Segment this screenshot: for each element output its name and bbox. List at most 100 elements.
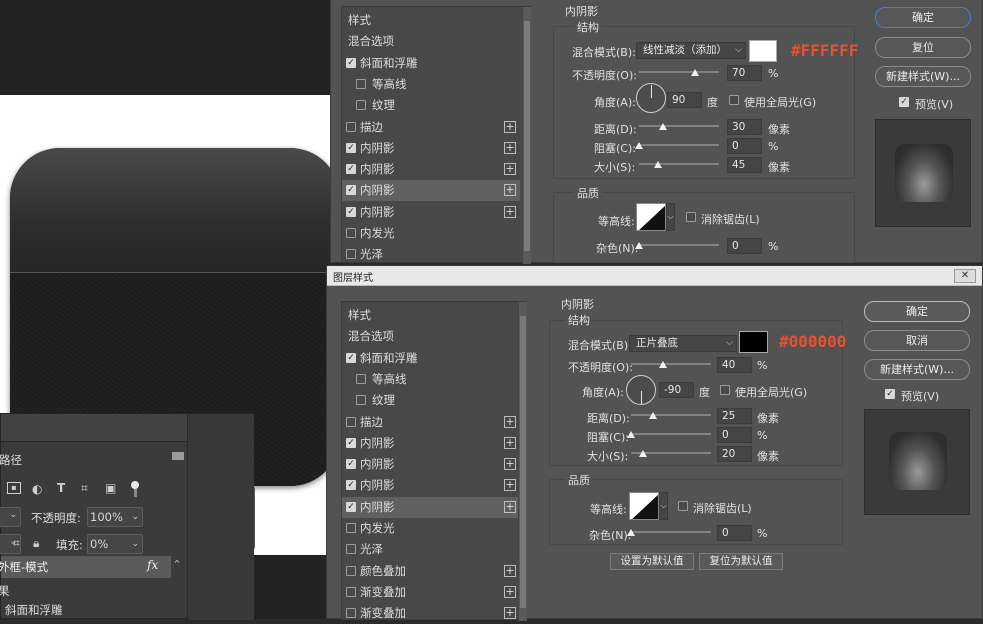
opacity-slider[interactable] <box>639 71 719 73</box>
style-list-item[interactable]: 纹理 <box>342 95 520 116</box>
style-list-item[interactable]: 内发光 <box>342 518 520 539</box>
opacity-input[interactable]: 70 <box>727 65 762 81</box>
style-enable-checkbox[interactable] <box>346 544 356 555</box>
close-icon[interactable]: ✕ <box>954 269 976 283</box>
filter-toggle-icon[interactable] <box>131 481 139 489</box>
distance-slider-thumb[interactable] <box>649 412 657 419</box>
style-list-scrollbar[interactable] <box>518 302 527 621</box>
ok-button[interactable]: 确定 <box>875 7 971 28</box>
cancel-button[interactable]: 取消 <box>864 330 970 351</box>
noise-slider[interactable] <box>631 531 711 533</box>
dialog-titlebar[interactable]: 图层样式 ✕ <box>327 266 982 286</box>
smart-object-filter-icon[interactable]: ▣ <box>105 481 116 495</box>
style-enable-checkbox[interactable]: ✓ <box>346 206 356 217</box>
angle-input[interactable]: -90 <box>659 382 694 398</box>
noise-slider[interactable] <box>639 244 719 246</box>
set-default-button[interactable]: 设置为默认值 <box>610 553 694 570</box>
style-list-item[interactable]: 渐变叠加 + <box>342 603 520 624</box>
style-enable-checkbox[interactable] <box>346 121 356 132</box>
style-enable-checkbox[interactable]: ✓ <box>346 352 356 363</box>
ok-button[interactable]: 确定 <box>864 301 970 322</box>
opacity-slider-thumb[interactable] <box>691 69 699 76</box>
style-list-item[interactable]: ✓ 内阴影 + <box>342 475 520 496</box>
style-list-item[interactable]: ✓ 内阴影 + <box>342 496 520 518</box>
style-enable-checkbox[interactable] <box>346 249 356 260</box>
panel-menu-icon[interactable] <box>172 452 184 460</box>
style-enable-checkbox[interactable] <box>356 78 366 89</box>
adjustment-filter-icon[interactable]: ◐ <box>32 482 42 496</box>
style-list-item[interactable]: 光泽 <box>342 244 520 265</box>
distance-input[interactable]: 30 <box>727 119 762 135</box>
style-list-item[interactable]: ✓ 斜面和浮雕 <box>342 348 520 369</box>
contour-picker[interactable] <box>629 492 659 520</box>
style-list-item[interactable]: ✓ 内阴影 + <box>342 138 520 159</box>
style-list-item[interactable]: ✓ 内阴影 + <box>342 180 520 202</box>
style-list-item[interactable]: 样式 <box>342 305 520 326</box>
add-effect-icon[interactable]: + <box>504 205 516 218</box>
style-list-item[interactable]: ✓ 内阴影 + <box>342 454 520 475</box>
fx-icon[interactable]: fx <box>147 558 158 572</box>
choke-slider-thumb[interactable] <box>635 142 643 149</box>
style-list-scrollbar[interactable] <box>522 7 531 264</box>
distance-slider-thumb[interactable] <box>659 123 667 130</box>
choke-input[interactable]: 0 <box>727 138 762 154</box>
style-list-item[interactable]: 描边 + <box>342 412 520 433</box>
image-filter-icon[interactable]: ▪ <box>7 482 21 494</box>
size-input[interactable]: 20 <box>717 446 752 462</box>
new-style-button[interactable]: 新建样式(W)... <box>864 359 970 380</box>
style-enable-checkbox[interactable]: ✓ <box>346 437 356 448</box>
shape-filter-icon[interactable]: ⌗ <box>81 481 88 496</box>
style-enable-checkbox[interactable] <box>346 565 356 576</box>
noise-input[interactable]: 0 <box>727 238 762 254</box>
add-effect-icon[interactable]: + <box>504 607 516 620</box>
style-list-item[interactable]: 渐变叠加 + <box>342 582 520 603</box>
opacity-slider[interactable] <box>631 363 711 365</box>
shadow-color-swatch[interactable] <box>749 40 777 62</box>
choke-slider[interactable] <box>639 144 719 146</box>
layer-name[interactable]: 外框-模式 <box>0 559 48 575</box>
style-enable-checkbox[interactable] <box>346 586 356 597</box>
new-style-button[interactable]: 新建样式(W)... <box>875 66 971 87</box>
style-enable-checkbox[interactable] <box>346 416 356 427</box>
style-list-item[interactable]: 内发光 <box>342 223 520 244</box>
style-list-item[interactable]: 纹理 <box>342 390 520 411</box>
size-slider[interactable] <box>639 163 719 165</box>
style-enable-checkbox[interactable] <box>346 228 356 238</box>
add-effect-icon[interactable]: + <box>504 415 516 428</box>
type-filter-icon[interactable]: T <box>57 481 65 495</box>
layer-fill-field[interactable]: 0% ⌄ <box>87 534 143 554</box>
noise-input[interactable]: 0 <box>717 525 752 541</box>
style-enable-checkbox[interactable] <box>356 100 366 111</box>
style-enable-checkbox[interactable]: ✓ <box>346 164 356 175</box>
style-list-item[interactable]: 等高线 <box>342 369 520 390</box>
choke-slider-thumb[interactable] <box>627 431 635 438</box>
style-list-item[interactable]: 颜色叠加 + <box>342 561 520 582</box>
distance-slider[interactable] <box>639 125 719 127</box>
anti-alias-checkbox[interactable] <box>686 212 696 222</box>
contour-dropdown[interactable]: ⌵ <box>659 492 668 520</box>
add-effect-icon[interactable]: + <box>504 141 516 154</box>
style-enable-checkbox[interactable]: ✓ <box>346 501 356 512</box>
add-effect-icon[interactable]: + <box>504 184 516 197</box>
angle-input[interactable]: 90 <box>667 92 702 108</box>
preview-checkbox[interactable]: ✓ <box>885 389 895 399</box>
style-list-item[interactable]: 光泽 <box>342 539 520 560</box>
noise-slider-thumb[interactable] <box>635 242 643 249</box>
style-enable-checkbox[interactable] <box>346 608 356 619</box>
add-effect-icon[interactable]: + <box>504 500 516 513</box>
global-light-checkbox[interactable] <box>729 95 739 105</box>
style-enable-checkbox[interactable] <box>346 523 356 533</box>
style-list-item[interactable]: ✓ 斜面和浮雕 <box>342 53 520 74</box>
add-effect-icon[interactable]: + <box>504 458 516 471</box>
add-effect-icon[interactable]: + <box>504 564 516 577</box>
blend-mode-select[interactable]: ⌄ <box>0 507 21 527</box>
noise-slider-thumb[interactable] <box>627 529 635 536</box>
style-list-item[interactable]: 混合选项 <box>342 31 520 52</box>
style-list-item[interactable]: 等高线 <box>342 74 520 95</box>
style-enable-checkbox[interactable]: ✓ <box>346 142 356 153</box>
size-input[interactable]: 45 <box>727 157 762 173</box>
blend-mode-select[interactable]: 线性减淡（添加） ⌵ <box>636 42 746 59</box>
size-slider-thumb[interactable] <box>639 450 647 457</box>
preview-checkbox[interactable]: ✓ <box>899 97 909 107</box>
angle-dial[interactable] <box>626 375 656 405</box>
